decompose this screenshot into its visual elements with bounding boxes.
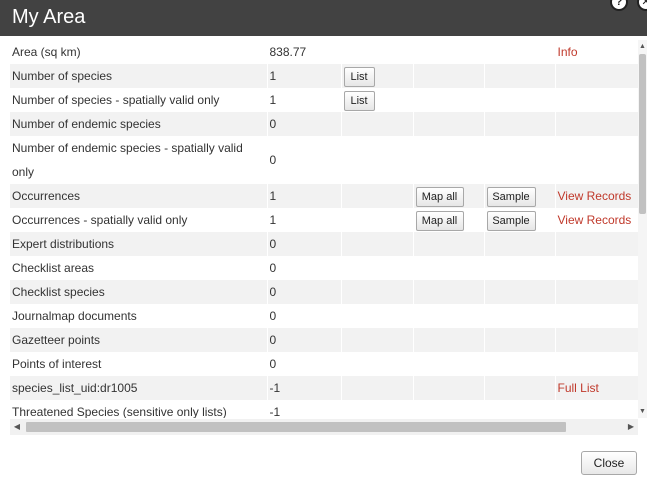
dialog-title: My Area: [12, 6, 86, 28]
list-valid-species-button[interactable]: List: [343, 90, 375, 111]
view-records-valid-link[interactable]: View Records: [558, 213, 632, 227]
row-label: Number of endemic species - spatially va…: [10, 136, 268, 184]
full-list-link[interactable]: Full List: [558, 381, 599, 395]
row-value: 0: [267, 280, 342, 304]
table-row: Checklist species 0: [10, 280, 638, 304]
row-label: Number of endemic species: [10, 112, 268, 136]
table-row: Threatened Species (sensitive only lists…: [10, 400, 638, 418]
row-label: Threatened Species (sensitive only lists…: [10, 400, 268, 418]
table-row: Gazetteer points 0: [10, 328, 638, 352]
row-value: 0: [267, 352, 342, 376]
row-label: Journalmap documents: [10, 304, 268, 328]
vertical-scrollbar[interactable]: ▲ ▼: [638, 40, 647, 418]
list-species-button[interactable]: List: [343, 66, 375, 87]
row-label: Gazetteer points: [10, 328, 268, 352]
row-label: species_list_uid:dr1005: [10, 376, 268, 400]
horizontal-scrollbar[interactable]: ◀ ▶: [10, 419, 638, 435]
row-label: Area (sq km): [10, 40, 268, 64]
row-label: Number of species - spatially valid only: [10, 88, 268, 112]
close-button[interactable]: Close: [581, 451, 637, 475]
arrow-left-icon[interactable]: ◀: [10, 419, 24, 435]
table-row: Number of endemic species 0: [10, 112, 638, 136]
dialog-titlebar: My Area: [0, 0, 647, 36]
row-value: 0: [267, 232, 342, 256]
row-label: Points of interest: [10, 352, 268, 376]
table-row: Expert distributions 0: [10, 232, 638, 256]
table-row: Number of species - spatially valid only…: [10, 88, 638, 112]
table-row: Checklist areas 0: [10, 256, 638, 280]
vertical-scroll-thumb[interactable]: [639, 54, 646, 214]
table-row: Number of species 1 List: [10, 64, 638, 88]
row-value: 0: [267, 112, 342, 136]
map-all-valid-button[interactable]: Map all: [415, 210, 464, 231]
row-label: Occurrences: [10, 184, 268, 208]
table-row: Journalmap documents 0: [10, 304, 638, 328]
area-report-panel: Area (sq km) 838.77 Info Number of speci…: [10, 40, 638, 418]
table-row: Area (sq km) 838.77 Info: [10, 40, 638, 64]
row-value: 1: [267, 208, 342, 232]
arrow-down-icon[interactable]: ▼: [639, 407, 646, 416]
row-value: -1: [267, 376, 342, 400]
table-row: Number of endemic species - spatially va…: [10, 136, 638, 184]
row-label: Occurrences - spatially valid only: [10, 208, 268, 232]
info-link[interactable]: Info: [558, 45, 578, 59]
row-value: 1: [267, 64, 342, 88]
row-label: Expert distributions: [10, 232, 268, 256]
table-row: Occurrences 1 Map all Sample View Record…: [10, 184, 638, 208]
arrow-up-icon[interactable]: ▲: [639, 42, 646, 51]
row-value: 838.77: [267, 40, 342, 64]
area-report-table: Area (sq km) 838.77 Info Number of speci…: [10, 40, 638, 418]
view-records-link[interactable]: View Records: [558, 189, 632, 203]
row-value: 0: [267, 256, 342, 280]
sample-valid-button[interactable]: Sample: [486, 210, 536, 231]
row-value: 0: [267, 136, 342, 184]
row-value: 1: [267, 184, 342, 208]
table-row: Occurrences - spatially valid only 1 Map…: [10, 208, 638, 232]
row-value: 0: [267, 328, 342, 352]
row-label: Checklist areas: [10, 256, 268, 280]
row-value: 1: [267, 88, 342, 112]
row-label: Number of species: [10, 64, 268, 88]
table-row: species_list_uid:dr1005 -1 Full List: [10, 376, 638, 400]
row-value: -1: [267, 400, 342, 418]
table-row: Points of interest 0: [10, 352, 638, 376]
sample-button[interactable]: Sample: [486, 186, 536, 207]
arrow-right-icon[interactable]: ▶: [624, 419, 638, 435]
horizontal-scroll-thumb[interactable]: [26, 422, 566, 432]
row-label: Checklist species: [10, 280, 268, 304]
map-all-button[interactable]: Map all: [415, 186, 464, 207]
row-value: 0: [267, 304, 342, 328]
